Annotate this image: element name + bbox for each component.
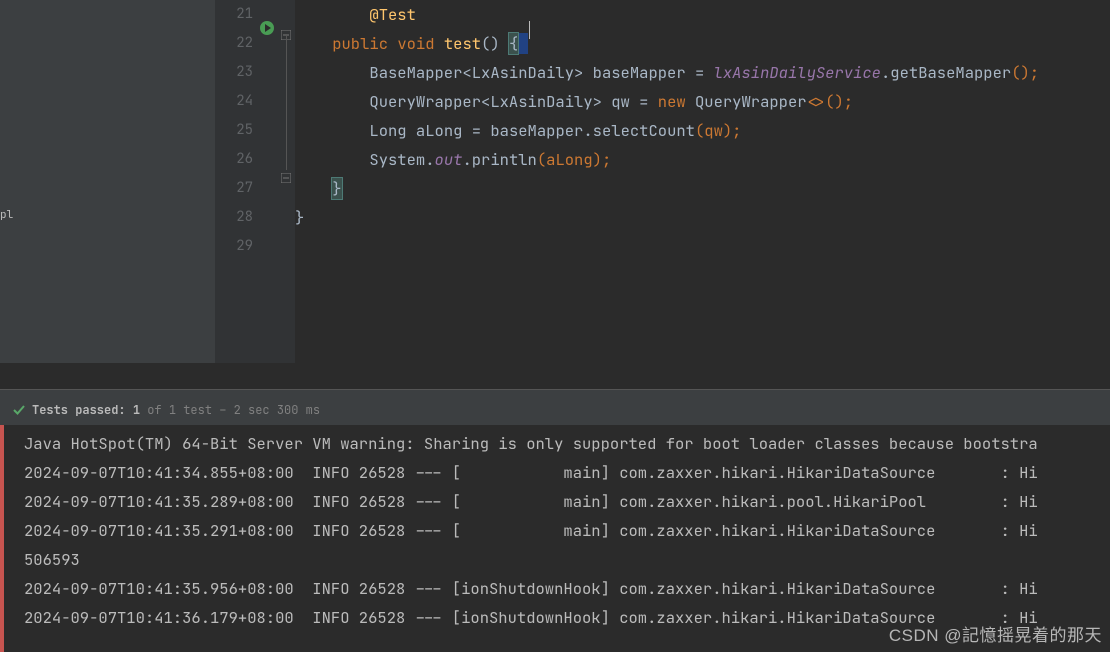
test-status-bar: Tests passed: 1 of 1 test – 2 sec 300 ms bbox=[0, 395, 1110, 425]
line-number: 22 bbox=[215, 29, 257, 58]
line-number: 26 bbox=[215, 145, 257, 174]
caret bbox=[529, 21, 530, 39]
watermark: CSDN @記憶摇晃着的那天 bbox=[889, 621, 1102, 646]
console-line: 2024-09-07T10:41:35.289+08:00 INFO 26528… bbox=[24, 487, 1110, 516]
line-number: 24 bbox=[215, 87, 257, 116]
project-sidebar[interactable]: pl bbox=[0, 0, 215, 363]
line-number: 25 bbox=[215, 116, 257, 145]
console-line: 2024-09-07T10:41:35.956+08:00 INFO 26528… bbox=[24, 574, 1110, 603]
console-line: 2024-09-07T10:41:34.855+08:00 INFO 26528… bbox=[24, 458, 1110, 487]
line-number: 28 bbox=[215, 203, 257, 232]
editor-gutter: 21 22 23 24 25 26 27 28 29 bbox=[215, 0, 295, 363]
tree-node-label[interactable]: pl bbox=[0, 208, 13, 222]
check-icon bbox=[12, 403, 26, 417]
console-line: 2024-09-07T10:41:35.291+08:00 INFO 26528… bbox=[24, 516, 1110, 545]
console-line: Java HotSpot(TM) 64-Bit Server VM warnin… bbox=[24, 429, 1110, 458]
console-output[interactable]: Java HotSpot(TM) 64-Bit Server VM warnin… bbox=[0, 425, 1110, 652]
line-number: 29 bbox=[215, 232, 257, 261]
fold-toggle-icon[interactable] bbox=[281, 168, 291, 178]
editor-empty-area bbox=[0, 363, 1110, 390]
fold-line bbox=[286, 34, 287, 170]
console-line: 506593 bbox=[24, 545, 1110, 574]
run-test-icon[interactable] bbox=[259, 20, 275, 36]
code-editor[interactable]: @Test public void test() { BaseMapper<Lx… bbox=[295, 0, 1110, 363]
line-number: 27 bbox=[215, 174, 257, 203]
line-number: 23 bbox=[215, 58, 257, 87]
line-number: 21 bbox=[215, 0, 257, 29]
